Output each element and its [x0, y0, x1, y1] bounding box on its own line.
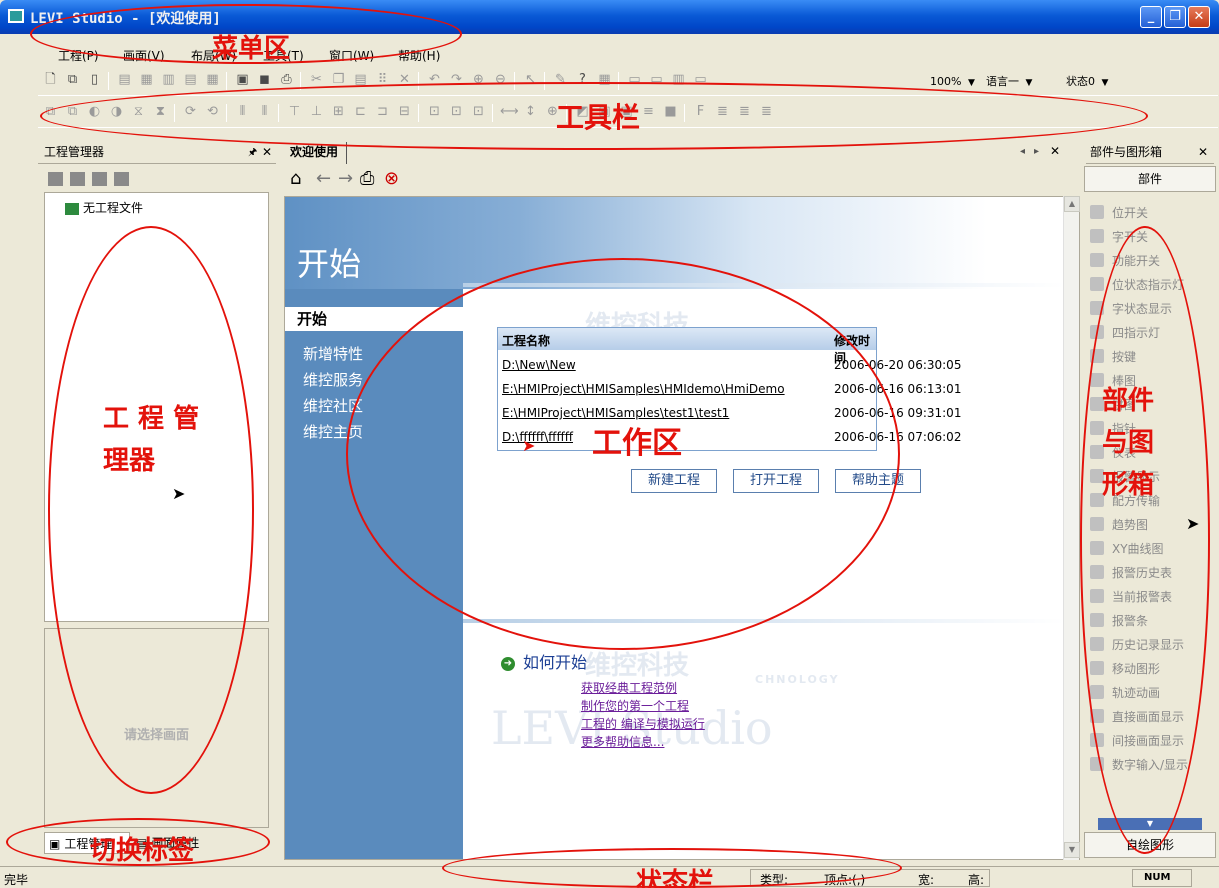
- tree-root[interactable]: 无工程文件: [65, 199, 143, 216]
- separator: [108, 72, 109, 90]
- how-to-start: ➜ 如何开始: [501, 649, 587, 673]
- parts-toolbox-header: 部件与图形箱 ✕: [1086, 142, 1214, 164]
- chevron-down-icon: ▼: [967, 78, 975, 88]
- delete-screen-icon[interactable]: [114, 172, 129, 186]
- panel-close-icon[interactable]: ✕: [262, 142, 272, 163]
- language-select[interactable]: 语言一 ▼: [986, 73, 1036, 91]
- nav-item-service[interactable]: 维控服务: [303, 369, 363, 390]
- tree-root-label: 无工程文件: [83, 201, 144, 215]
- tab-next-icon[interactable]: ▸: [1034, 146, 1039, 157]
- status-width: 宽:: [918, 873, 935, 887]
- app-window: LEVI Studio - [欢迎使用] _ ❐ ✕ 工程(P) 画面(V) 布…: [0, 0, 1219, 888]
- hero-title: 开始: [297, 245, 362, 283]
- nav-item-features[interactable]: 新增特性: [303, 343, 363, 364]
- annotation-workspace: 工作区: [592, 426, 682, 461]
- parts-toolbox-title: 部件与图形箱: [1090, 145, 1163, 159]
- annotation-project-manager: 工 程 管: [103, 404, 200, 434]
- pointer-arrow-icon: ➤: [172, 484, 186, 503]
- part-icon: [1090, 229, 1104, 243]
- save-icon[interactable]: ▣: [234, 71, 251, 88]
- language-value: 语言一: [986, 75, 1019, 88]
- state-value: 状态0: [1066, 75, 1095, 88]
- minimize-button[interactable]: _: [1140, 6, 1162, 28]
- toolbox-close-icon[interactable]: ✕: [1198, 142, 1208, 162]
- status-height: 高:: [968, 873, 985, 887]
- annotation-switch-tabs: 切换标签: [90, 836, 195, 866]
- chevron-down-icon: ▼: [1025, 78, 1033, 88]
- how-to-start-title: 如何开始: [523, 653, 588, 672]
- app-icon: [8, 9, 24, 23]
- project-manager-title: 工程管理器: [44, 145, 105, 159]
- part-icon: [1090, 205, 1104, 219]
- separator: [226, 72, 227, 90]
- page2-icon[interactable]: ▦: [138, 71, 155, 88]
- tab-prev-icon[interactable]: ◂: [1020, 146, 1025, 157]
- annotation-parts: 部件: [1102, 386, 1155, 416]
- open-project-icon[interactable]: [70, 172, 85, 186]
- annotation-parts-3: 形箱: [1102, 470, 1155, 500]
- paste-icon[interactable]: ▯: [86, 71, 103, 88]
- status-num: NUM: [1144, 872, 1171, 883]
- arrow-circle-icon: ➜: [501, 656, 515, 671]
- parts-section-button[interactable]: 部件: [1084, 166, 1216, 192]
- scroll-down-icon[interactable]: ▼: [1064, 842, 1080, 858]
- status-text: 完毕: [4, 873, 29, 887]
- annotation-statusbar: 状态栏: [636, 868, 715, 888]
- part-label: 位开关: [1112, 206, 1149, 220]
- print-icon[interactable]: ⎙: [278, 71, 295, 88]
- annotation-ellipse: [48, 226, 254, 794]
- chevron-down-icon: ▼: [1101, 78, 1109, 88]
- forward-arrow-icon[interactable]: →: [338, 168, 353, 189]
- restore-button[interactable]: ❐: [1164, 6, 1186, 28]
- project-manager-header: 工程管理器 🖈 ✕: [38, 142, 276, 164]
- content-scrollbar[interactable]: ▲ ▼: [1063, 196, 1080, 860]
- page4-icon[interactable]: ▤: [182, 71, 199, 88]
- link-compile-simulate[interactable]: 工程的 编译与模拟运行: [581, 715, 705, 732]
- annotation-toolbar: 工具栏: [556, 101, 641, 134]
- tab-close-icon[interactable]: ✕: [1050, 144, 1060, 158]
- save-all-icon[interactable]: ◼: [256, 71, 273, 88]
- part-icon: [1090, 253, 1104, 267]
- copy-icon[interactable]: ⧉: [64, 71, 81, 88]
- annotation-menubar: 菜单区: [212, 34, 291, 64]
- page3-icon[interactable]: ▥: [160, 71, 177, 88]
- zoom-value: 100%: [930, 75, 962, 88]
- new-icon[interactable]: 🗋: [42, 71, 59, 88]
- state-select[interactable]: 状态0 ▼: [1066, 73, 1112, 91]
- part-item[interactable]: 位开关: [1086, 202, 1214, 222]
- link-more-help[interactable]: 更多帮助信息...: [581, 733, 664, 750]
- zoom-select[interactable]: 100% ▼: [930, 73, 978, 91]
- add-screen-icon[interactable]: [92, 172, 107, 186]
- new-project-icon[interactable]: [48, 172, 63, 186]
- home-icon[interactable]: ⌂: [290, 168, 301, 189]
- annotation-project-manager-2: 理器: [103, 446, 156, 476]
- page-icon[interactable]: ▤: [116, 71, 133, 88]
- annotation-parts-2: 与图: [1102, 428, 1155, 458]
- watermark-tech: CHNOLOGY: [755, 673, 840, 686]
- page5-icon[interactable]: ▦: [204, 71, 221, 88]
- close-button[interactable]: ✕: [1188, 6, 1210, 28]
- pointer-arrow-icon: ➤: [522, 436, 536, 455]
- pin-icon[interactable]: 🖈: [248, 142, 257, 163]
- stop-icon[interactable]: ⊗: [384, 168, 399, 189]
- back-arrow-icon[interactable]: ←: [316, 168, 331, 189]
- project-file-icon: [65, 202, 79, 215]
- watermark-brand-2: 维控科技: [585, 651, 690, 681]
- annotation-ellipse: [1080, 226, 1210, 854]
- nav-start-label: 开始: [297, 310, 328, 328]
- print-page-icon[interactable]: ⎙: [360, 168, 374, 189]
- link-samples[interactable]: 获取经典工程范例: [581, 679, 677, 696]
- scroll-up-icon[interactable]: ▲: [1064, 196, 1080, 212]
- part-icon: [1090, 277, 1104, 291]
- link-first-project[interactable]: 制作您的第一个工程: [581, 697, 689, 714]
- pointer-arrow-icon: ➤: [1186, 514, 1200, 533]
